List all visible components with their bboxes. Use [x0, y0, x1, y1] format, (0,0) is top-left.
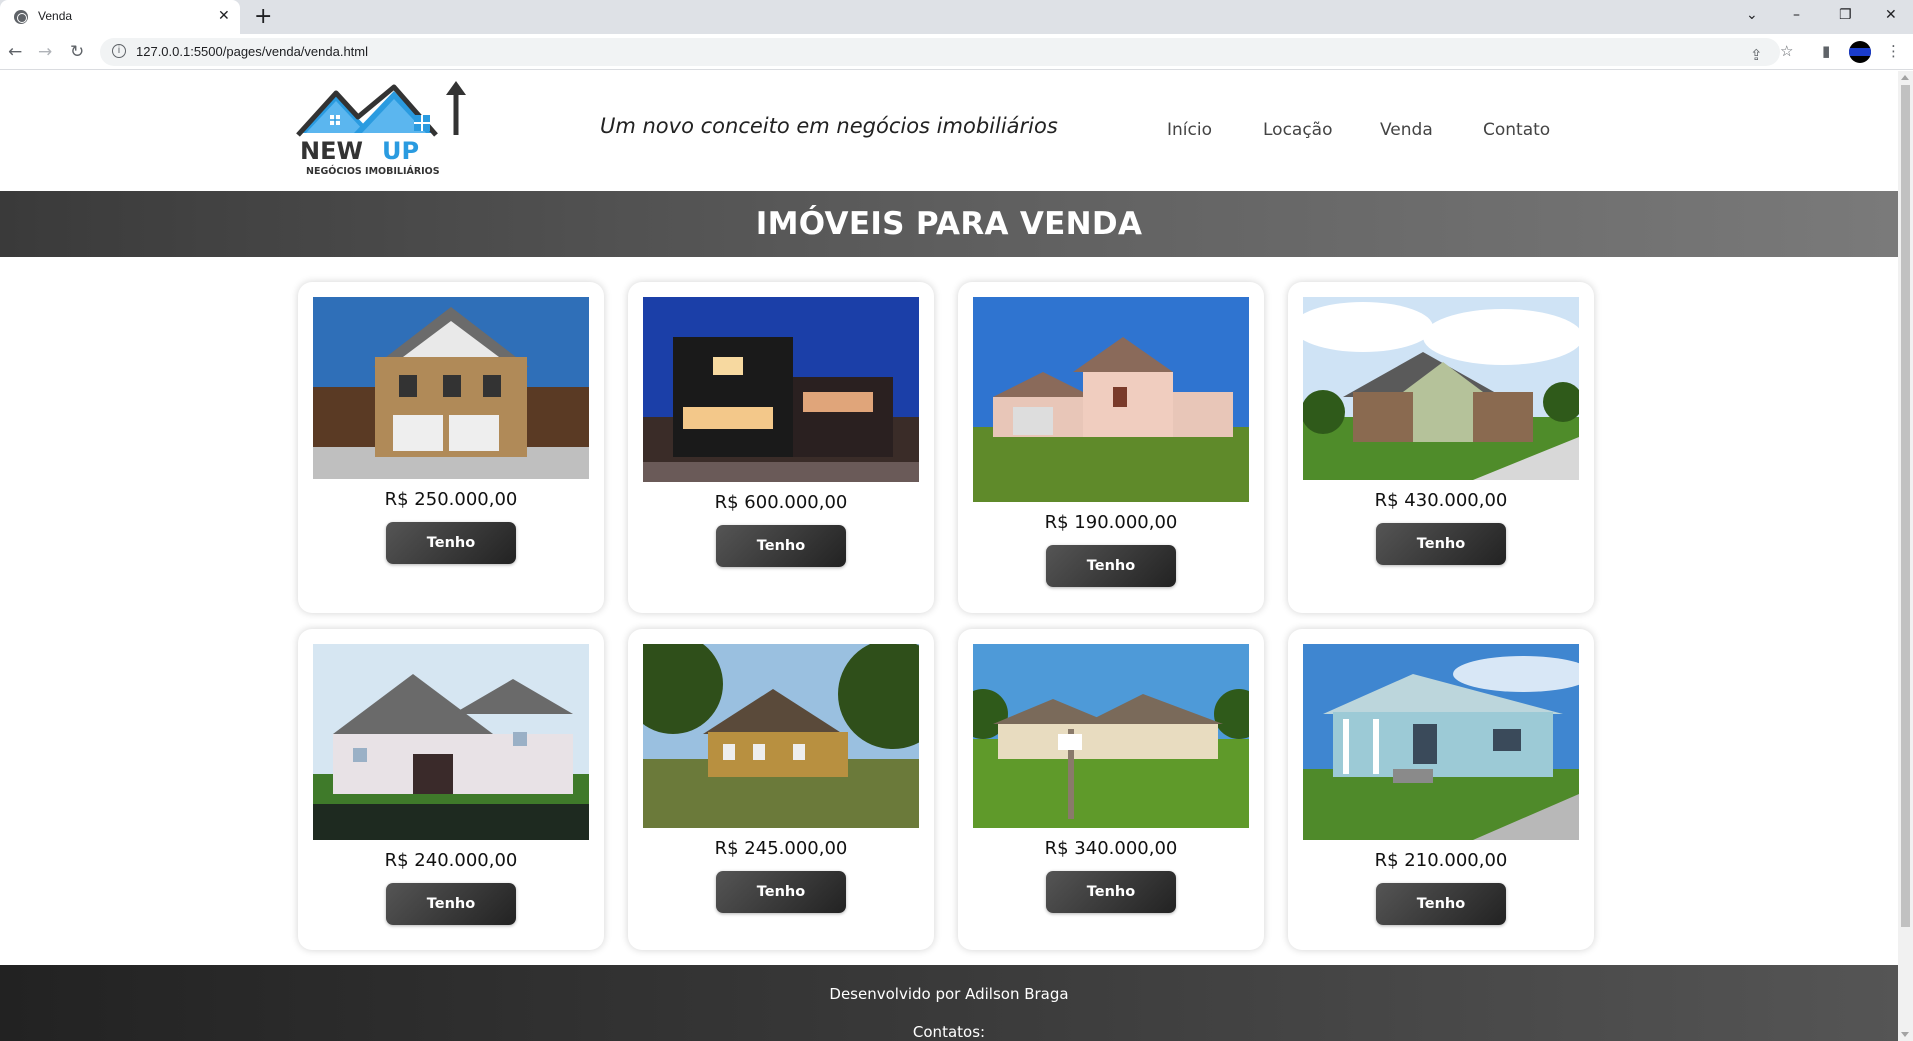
nav-link-contato[interactable]: Contato: [1483, 120, 1550, 140]
globe-icon: [14, 10, 28, 24]
listing-price: R$ 240.000,00: [384, 850, 518, 871]
listing-card: R$ 340.000,00 Tenho Interesse: [958, 629, 1264, 950]
forward-button[interactable]: →: [38, 42, 52, 62]
listing-card: R$ 240.000,00 Tenho Interesse: [298, 629, 604, 954]
site-header: NEW UP NEGÓCIOS IMOBILIÁRIOS Um novo con…: [0, 71, 1898, 191]
browser-tab[interactable]: Venda ✕: [0, 0, 240, 34]
listing-photo: [1303, 297, 1579, 480]
svg-text:NEW: NEW: [300, 137, 363, 165]
interest-button[interactable]: Tenho Interesse: [386, 522, 516, 593]
listing-price: R$ 430.000,00: [1374, 490, 1508, 511]
interest-button[interactable]: Tenho Interesse: [1376, 883, 1506, 954]
interest-button[interactable]: Tenho Interesse: [716, 871, 846, 942]
listing-photo: [313, 297, 589, 479]
restore-button[interactable]: ❐: [1839, 5, 1852, 25]
listing-card: R$ 600.000,00 Tenho Interesse: [628, 282, 934, 613]
browser-toolbar: ← → ↻ i 127.0.0.1:5500/pages/venda/venda…: [0, 34, 1913, 70]
listing-photo: [973, 644, 1249, 828]
side-panel-icon[interactable]: ▮: [1822, 42, 1830, 60]
interest-button[interactable]: Tenho Interesse: [386, 883, 516, 954]
listing-card: R$ 250.000,00 Tenho Interesse: [298, 282, 604, 613]
tab-title: Venda: [38, 9, 73, 23]
listing-photo: [643, 644, 919, 828]
page-viewport: NEW UP NEGÓCIOS IMOBILIÁRIOS Um novo con…: [0, 71, 1898, 1041]
svg-text:UP: UP: [382, 137, 419, 165]
interest-button[interactable]: Tenho Interesse: [1046, 545, 1176, 616]
nav-link-locacao[interactable]: Locação: [1263, 120, 1333, 140]
footer-contacts-label: Contatos:: [912, 1023, 986, 1041]
page-title: IMÓVEIS PARA VENDA: [755, 206, 1143, 242]
browser-tabstrip: Venda ✕ + ⌄ – ❐ ✕: [0, 0, 1913, 34]
site-tagline: Um novo conceito em negócios imobiliário…: [600, 114, 1058, 138]
nav-link-inicio[interactable]: Início: [1167, 120, 1212, 140]
listing-photo: [973, 297, 1249, 502]
back-button[interactable]: ←: [8, 42, 22, 62]
interest-button[interactable]: Tenho Interesse: [1046, 871, 1176, 942]
listing-photo: [313, 644, 589, 840]
tab-search-icon[interactable]: ⌄: [1746, 5, 1758, 25]
listing-photo: [643, 297, 919, 482]
page-scrollbar[interactable]: [1898, 71, 1913, 1041]
browser-menu-icon[interactable]: ⋮: [1886, 42, 1901, 60]
listing-price: R$ 210.000,00: [1374, 850, 1508, 871]
listing-price: R$ 340.000,00: [1044, 838, 1178, 859]
listing-card: R$ 245.000,00 Tenho Interesse: [628, 629, 934, 950]
scrollbar-thumb[interactable]: [1901, 85, 1910, 927]
site-info-icon[interactable]: i: [112, 44, 126, 58]
reload-button[interactable]: ↻: [70, 42, 84, 62]
profile-avatar[interactable]: [1849, 41, 1871, 63]
listing-price: R$ 245.000,00: [714, 838, 848, 859]
page-banner: IMÓVEIS PARA VENDA: [0, 191, 1898, 257]
interest-button[interactable]: Tenho Interesse: [716, 525, 846, 596]
footer-credits: Desenvolvido por Adilson Braga: [829, 985, 1069, 1003]
listing-price: R$ 190.000,00: [1044, 512, 1178, 533]
listing-card: R$ 430.000,00 Tenho Interesse: [1288, 282, 1594, 613]
svg-text:NEGÓCIOS IMOBILIÁRIOS: NEGÓCIOS IMOBILIÁRIOS: [306, 165, 440, 177]
interest-button[interactable]: Tenho Interesse: [1376, 523, 1506, 594]
listing-card: R$ 210.000,00 Tenho Interesse: [1288, 629, 1594, 954]
share-icon[interactable]: ⇪: [1750, 46, 1763, 64]
new-up-logo[interactable]: NEW UP NEGÓCIOS IMOBILIÁRIOS: [296, 81, 466, 181]
address-bar[interactable]: i 127.0.0.1:5500/pages/venda/venda.html …: [100, 38, 1780, 66]
nav-link-venda[interactable]: Venda: [1380, 120, 1433, 140]
new-tab-button[interactable]: +: [254, 5, 272, 29]
scroll-down-arrow-icon[interactable]: [1901, 1032, 1909, 1037]
bookmark-star-icon[interactable]: ☆: [1780, 42, 1793, 60]
listing-price: R$ 600.000,00: [714, 492, 848, 513]
close-window-button[interactable]: ✕: [1885, 5, 1897, 25]
listing-price: R$ 250.000,00: [384, 489, 518, 510]
listing-card: R$ 190.000,00 Tenho Interesse: [958, 282, 1264, 616]
tab-close-icon[interactable]: ✕: [218, 8, 230, 24]
minimize-button[interactable]: –: [1793, 5, 1800, 25]
listing-photo: [1303, 644, 1579, 840]
site-footer: Desenvolvido por Adilson Braga Contatos:: [0, 965, 1898, 1041]
scroll-up-arrow-icon[interactable]: [1901, 75, 1909, 80]
url-text[interactable]: 127.0.0.1:5500/pages/venda/venda.html: [136, 44, 368, 59]
